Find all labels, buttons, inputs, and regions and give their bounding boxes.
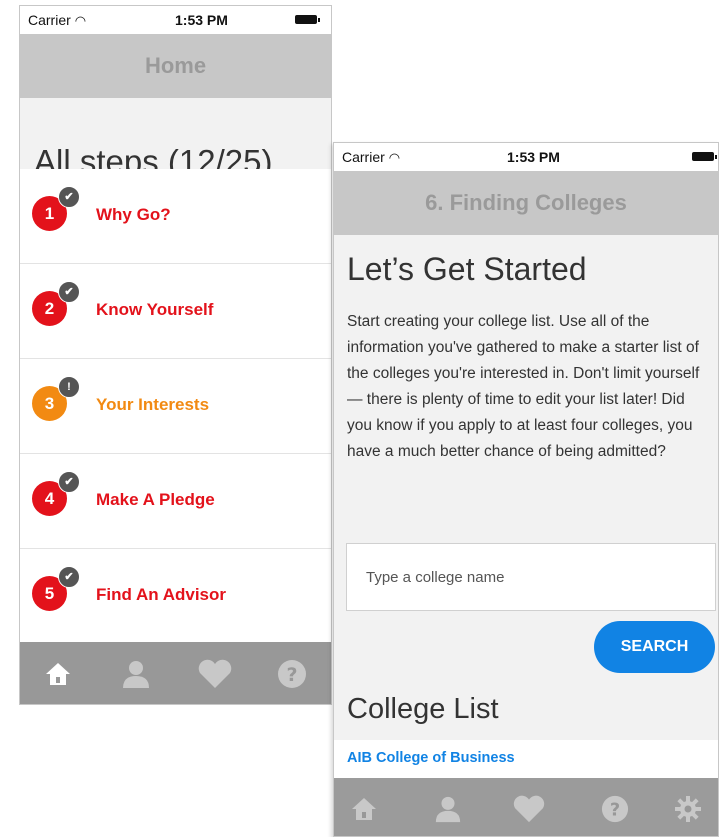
- carrier-label: Carrier ◠: [342, 149, 400, 166]
- tab-profile[interactable]: [116, 642, 156, 704]
- nav-bar: Home: [20, 34, 331, 98]
- step-label: Find An Advisor: [96, 585, 227, 604]
- nav-bar: 6. Finding Colleges: [334, 171, 718, 235]
- step-number: 5: [44, 584, 55, 603]
- svg-text:?: ?: [610, 800, 620, 820]
- tab-home[interactable]: [344, 778, 384, 836]
- carrier-text: Carrier: [342, 149, 385, 165]
- nav-title: 6. Finding Colleges: [425, 190, 627, 215]
- heart-icon: [513, 795, 545, 822]
- tab-home[interactable]: [38, 642, 78, 704]
- check-icon: ✔: [58, 566, 80, 588]
- home-icon: [46, 663, 70, 686]
- help-icon: ?: [278, 660, 306, 689]
- wifi-icon: ◠: [388, 150, 401, 165]
- step-label: Know Yourself: [96, 300, 214, 319]
- college-list-heading: College List: [347, 693, 499, 725]
- status-bar: Carrier ◠ 1:53 PM: [334, 143, 718, 171]
- intro-text: Start creating your college list. Use al…: [347, 313, 700, 460]
- check-icon: ✔: [58, 471, 80, 493]
- carrier-label: Carrier ◠: [28, 12, 86, 29]
- finding-colleges-screen: Carrier ◠ 1:53 PM 6. Finding Colleges Let…: [333, 142, 719, 837]
- home-screen: Carrier ◠ 1:53 PM Home All steps (12/25) …: [19, 5, 332, 705]
- nav-title: Home: [144, 53, 207, 78]
- tab-help[interactable]: ?: [272, 642, 312, 704]
- step-number: 1: [44, 204, 55, 223]
- steps-list: 1 ✔ Why Go? 2 ✔ Know Yourself 3 ! Your I…: [20, 169, 331, 644]
- battery-icon: [295, 15, 320, 24]
- step-row-4[interactable]: 4 ✔ Make A Pledge: [20, 454, 331, 549]
- check-icon: ✔: [58, 186, 80, 208]
- step-label: Why Go?: [96, 205, 171, 224]
- heart-icon: [198, 659, 232, 689]
- step-row-5[interactable]: 5 ✔ Find An Advisor: [20, 549, 331, 644]
- college-search-input[interactable]: [346, 543, 716, 611]
- check-icon: ✔: [58, 281, 80, 303]
- tab-settings[interactable]: [668, 778, 708, 836]
- college-list-item[interactable]: AIB College of Business: [347, 750, 515, 766]
- step-number: 2: [44, 299, 55, 318]
- profile-icon: [435, 796, 461, 822]
- step-label: Your Interests: [96, 395, 210, 414]
- tab-bar: ?: [334, 778, 718, 836]
- section-heading: Let’s Get Started: [347, 251, 587, 287]
- home-icon: [352, 797, 376, 820]
- step-row-1[interactable]: 1 ✔ Why Go?: [20, 169, 331, 264]
- search-button[interactable]: SEARCH: [594, 621, 715, 673]
- svg-text:?: ?: [286, 664, 297, 686]
- battery-icon: [692, 152, 717, 161]
- carrier-text: Carrier: [28, 12, 71, 28]
- status-time: 1:53 PM: [507, 149, 560, 165]
- college-list: AIB College of Business: [334, 740, 718, 780]
- status-time: 1:53 PM: [175, 12, 228, 28]
- help-icon: ?: [601, 795, 629, 822]
- wifi-icon: ◠: [74, 13, 87, 28]
- status-bar: Carrier ◠ 1:53 PM: [20, 6, 331, 34]
- step-row-3[interactable]: 3 ! Your Interests: [20, 359, 331, 454]
- settings-icon: [675, 795, 701, 822]
- tab-bar: ?: [20, 642, 331, 704]
- tab-favorites[interactable]: [192, 642, 238, 704]
- step-row-2[interactable]: 2 ✔ Know Yourself: [20, 264, 331, 359]
- step-label: Make A Pledge: [96, 490, 215, 509]
- tab-profile[interactable]: [428, 778, 468, 836]
- step-number: 4: [44, 489, 55, 508]
- step-number: 3: [44, 394, 55, 413]
- tab-help[interactable]: ?: [595, 778, 635, 836]
- tab-favorites[interactable]: [506, 778, 552, 836]
- profile-icon: [123, 661, 149, 689]
- alert-icon: !: [58, 376, 80, 398]
